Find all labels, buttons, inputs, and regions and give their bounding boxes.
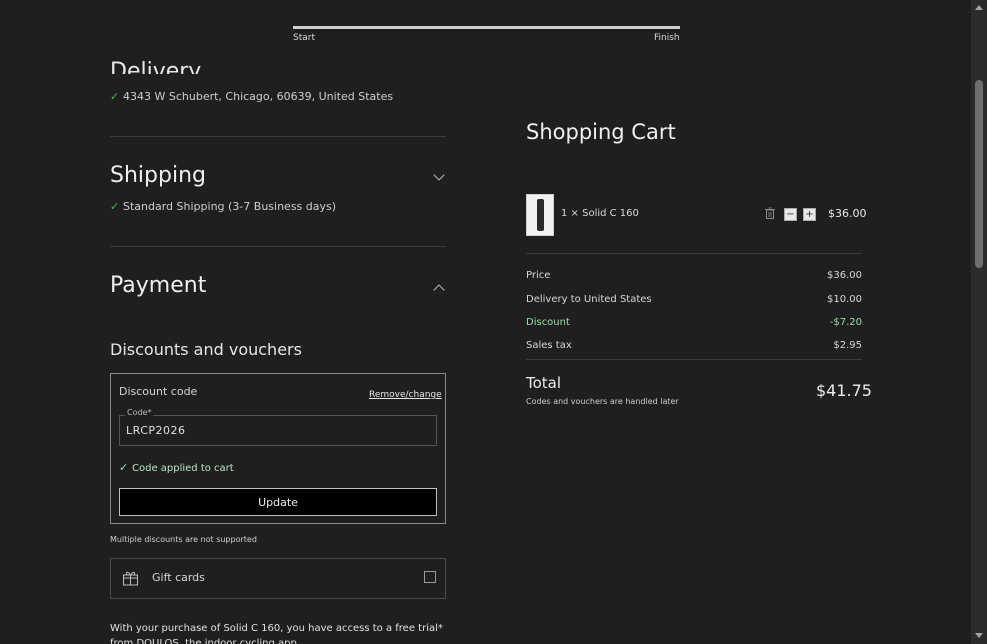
delivery-heading: Delivery xyxy=(110,59,202,74)
promo-text: With your purchase of Solid C 160, you h… xyxy=(110,623,443,644)
summary-row: Delivery to United States $10.00 xyxy=(526,294,862,305)
divider xyxy=(110,136,446,137)
summary-value: $36.00 xyxy=(827,270,862,281)
summary-label: Sales tax xyxy=(526,340,572,351)
chevron-up-icon[interactable] xyxy=(433,284,445,296)
summary-label: Delivery to United States xyxy=(526,294,652,305)
summary-row: Sales tax $2.95 xyxy=(526,340,862,351)
cart-item-name: 1 × Solid C 160 xyxy=(561,208,639,219)
cart-title: Shopping Cart xyxy=(526,120,676,144)
gift-cards-checkbox[interactable] xyxy=(424,571,436,583)
check-icon: ✓ xyxy=(119,461,129,474)
total-note: Codes and vouchers are handled later xyxy=(526,397,679,406)
product-image xyxy=(526,194,554,236)
summary-value: -$7.20 xyxy=(829,317,862,328)
code-applied-text: Code applied to cart xyxy=(132,463,234,474)
delivery-address: ✓ 4343 W Schubert, Chicago, 60639, United… xyxy=(110,90,393,103)
summary-value: $10.00 xyxy=(827,294,862,305)
discount-code-value[interactable]: LRCP2026 xyxy=(126,424,186,437)
shipping-method: ✓ Standard Shipping (3-7 Business days) xyxy=(110,200,336,213)
code-field-label: Code* xyxy=(125,408,154,417)
check-icon: ✓ xyxy=(110,90,120,103)
chevron-down-icon[interactable] xyxy=(433,169,445,181)
progress-finish-label: Finish xyxy=(654,33,680,43)
shipping-title[interactable]: Shipping xyxy=(110,163,206,188)
scroll-down-arrow-icon[interactable] xyxy=(975,633,983,638)
scroll-up-arrow-icon[interactable] xyxy=(975,5,983,10)
summary-value: $2.95 xyxy=(833,340,862,351)
summary-label: Discount xyxy=(526,317,570,328)
divider xyxy=(110,246,446,247)
divider xyxy=(526,253,862,254)
divider xyxy=(526,359,862,360)
quantity-decrease-button[interactable]: − xyxy=(784,208,797,221)
update-button[interactable]: Update xyxy=(119,488,437,516)
summary-row: Discount -$7.20 xyxy=(526,317,862,328)
summary-row: Price $36.00 xyxy=(526,270,862,281)
discount-code-label: Discount code xyxy=(119,385,198,398)
check-icon: ✓ xyxy=(110,200,120,213)
cart-item-price: $36.00 xyxy=(828,207,867,220)
quantity-increase-button[interactable]: + xyxy=(803,208,816,221)
progress-start-label: Start xyxy=(293,33,315,43)
remove-change-link[interactable]: Remove/change xyxy=(369,390,442,400)
gift-cards-label: Gift cards xyxy=(152,571,205,584)
total-label: Total xyxy=(526,374,562,392)
checkout-progress-bar xyxy=(293,26,680,29)
discounts-heading: Discounts and vouchers xyxy=(110,340,302,359)
code-applied-message: ✓ Code applied to cart xyxy=(119,461,234,474)
payment-title[interactable]: Payment xyxy=(110,273,206,298)
trash-icon[interactable] xyxy=(765,207,775,219)
delivery-address-text: 4343 W Schubert, Chicago, 60639, United … xyxy=(123,90,394,103)
scrollbar-thumb[interactable] xyxy=(975,80,983,268)
gift-icon xyxy=(123,571,138,586)
multiple-discounts-note: Multiple discounts are not supported xyxy=(110,535,257,544)
summary-label: Price xyxy=(526,270,551,281)
shipping-method-text: Standard Shipping (3-7 Business days) xyxy=(123,200,337,213)
total-value: $41.75 xyxy=(816,381,872,400)
